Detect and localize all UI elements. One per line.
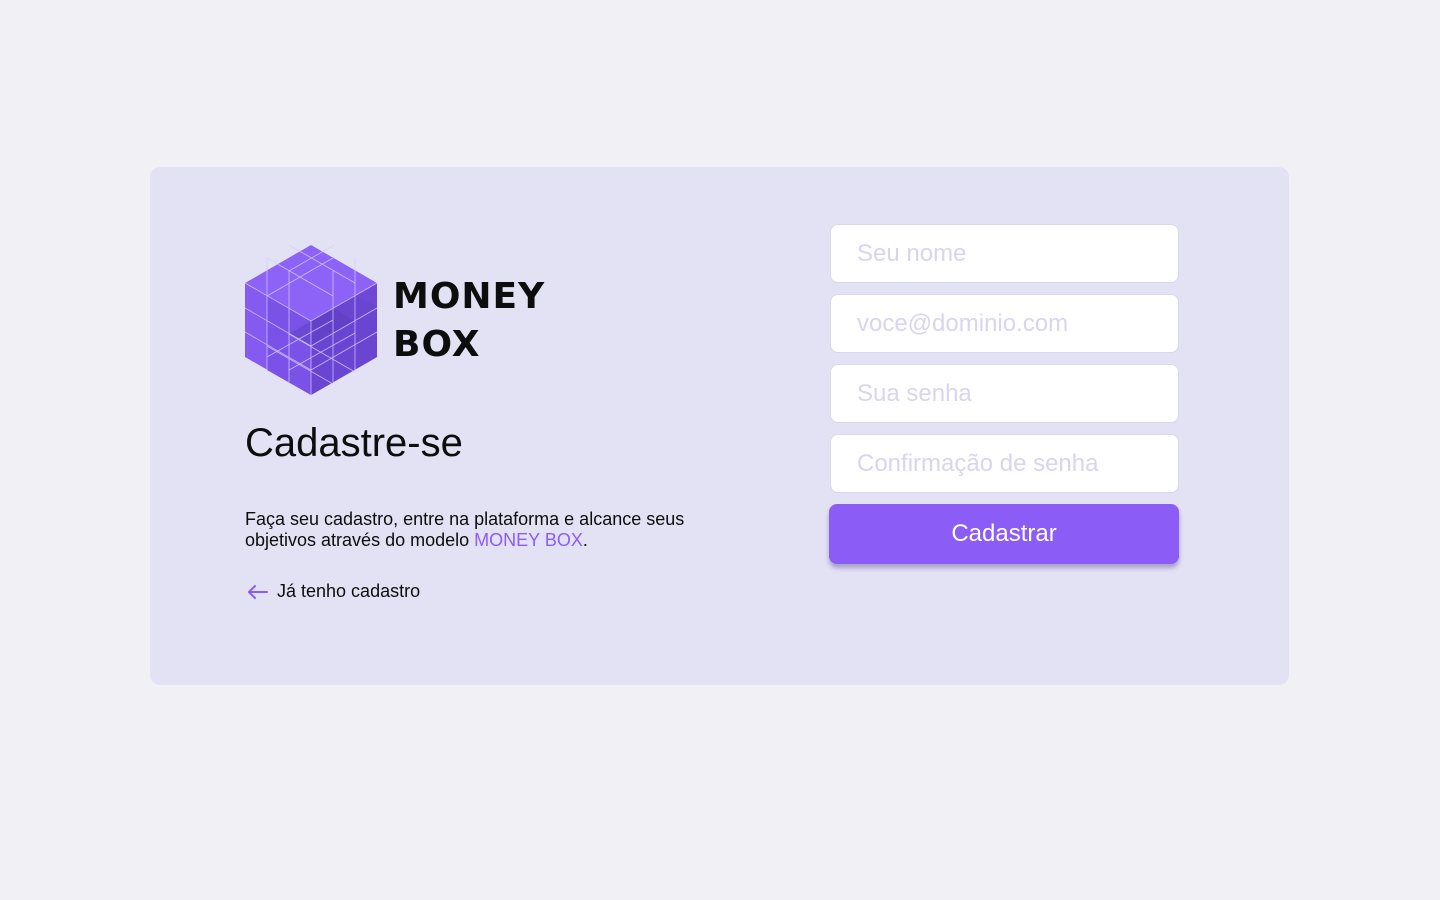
password-input[interactable] xyxy=(830,364,1179,423)
page-title: Cadastre-se xyxy=(245,421,463,465)
cube-grid-logo-icon xyxy=(245,245,377,395)
signup-description: Faça seu cadastro, entre na plataforma e… xyxy=(245,509,715,551)
signup-card: MONEY BOX Cadastre-se Faça seu cadastro,… xyxy=(150,167,1289,685)
confirm-password-input[interactable] xyxy=(830,434,1179,493)
arrow-left-icon xyxy=(248,584,268,599)
description-brand-highlight: MONEY BOX xyxy=(474,530,583,550)
already-registered-link[interactable]: Já tenho cadastro xyxy=(245,581,420,602)
brand-logo: MONEY BOX xyxy=(245,245,715,395)
register-button[interactable]: Cadastrar xyxy=(829,504,1179,564)
signup-form: Cadastrar xyxy=(829,224,1180,564)
brand-name-line1: MONEY xyxy=(393,276,546,317)
name-input[interactable] xyxy=(830,224,1179,283)
brand-name-line2: BOX xyxy=(393,324,481,365)
description-text: Faça seu cadastro, entre na plataforma e… xyxy=(245,509,685,550)
description-suffix: . xyxy=(582,530,588,550)
brand-name: MONEY BOX xyxy=(393,273,545,369)
email-input[interactable] xyxy=(830,294,1179,353)
already-registered-label: Já tenho cadastro xyxy=(277,581,421,601)
signup-intro: MONEY BOX Cadastre-se Faça seu cadastro,… xyxy=(245,245,715,605)
